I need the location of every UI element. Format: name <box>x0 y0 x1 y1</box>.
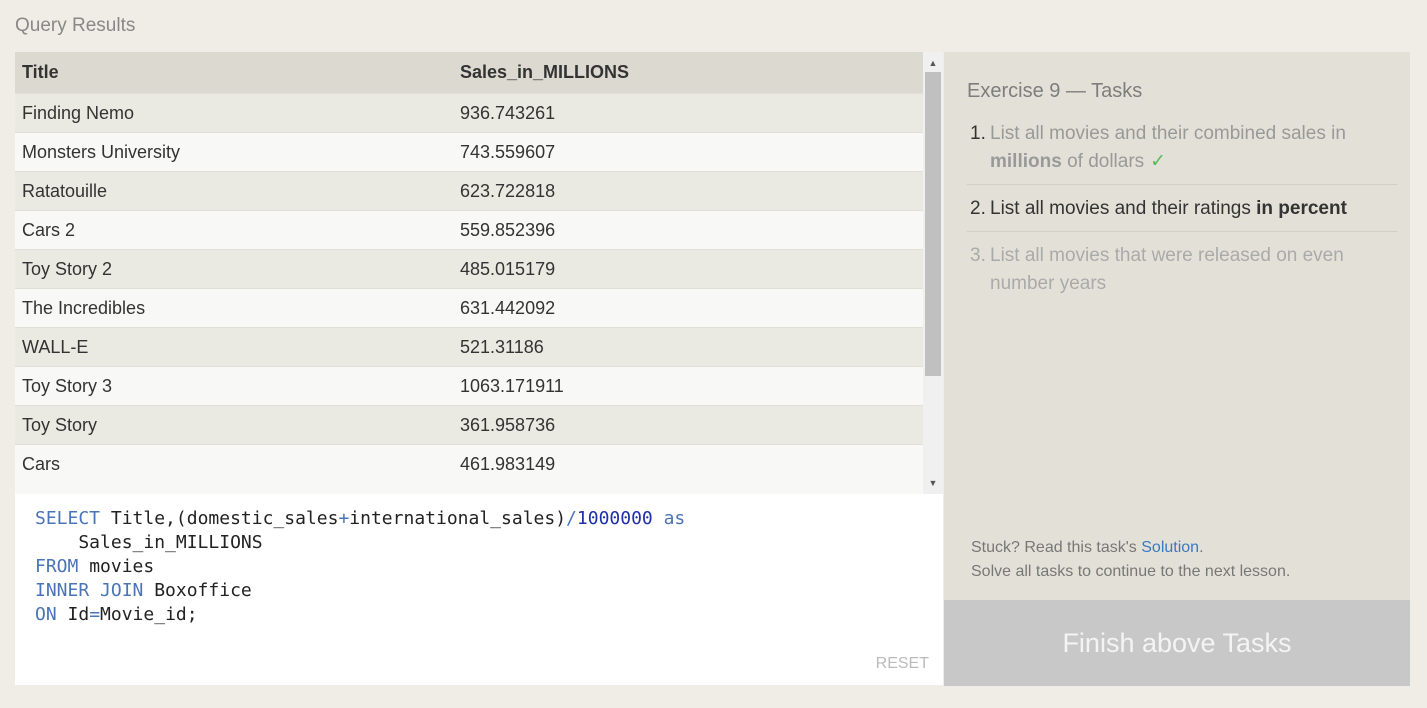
code-keyword: as <box>663 508 686 529</box>
stuck-suffix: . <box>1199 539 1204 556</box>
task-bold: in percent <box>1256 198 1347 219</box>
cell-title: The Incredibles <box>15 288 453 328</box>
cell-sales: 623.722818 <box>453 171 923 211</box>
code-text: Id <box>56 604 90 625</box>
table-row: Cars 461.983149 <box>15 444 923 483</box>
solution-link[interactable]: Solution <box>1141 539 1199 556</box>
code-keyword: INNER JOIN <box>35 580 144 601</box>
table-row: Cars 2 559.852396 <box>15 210 923 250</box>
cell-sales: 361.958736 <box>453 405 923 445</box>
cell-title: Cars 2 <box>15 210 453 250</box>
cell-sales: 743.559607 <box>453 132 923 172</box>
task-list: 1. List all movies and their combined sal… <box>967 120 1397 316</box>
task-text: of dollars <box>1061 151 1145 172</box>
results-panel[interactable]: Title Sales_in_MILLIONS Finding Nemo 936… <box>15 52 943 494</box>
table-row: Finding Nemo 936.743261 <box>15 93 923 133</box>
table-row: Toy Story 2 485.015179 <box>15 249 923 289</box>
results-scrollbar[interactable]: ▲ ▼ <box>923 52 943 494</box>
code-line-4: INNER JOIN Boxoffice <box>35 580 252 601</box>
code-keyword: ON <box>35 604 57 625</box>
code-number: 1000000 <box>576 508 653 529</box>
code-text: Movie_id; <box>100 604 198 625</box>
table-row: Toy Story 361.958736 <box>15 405 923 445</box>
finish-tasks-button[interactable]: Finish above Tasks <box>944 600 1410 686</box>
column-header-sales: Sales_in_MILLIONS <box>453 52 923 94</box>
cell-title: Ratatouille <box>15 171 453 211</box>
table-row: Ratatouille 623.722818 <box>15 171 923 211</box>
table-header-row: Title Sales_in_MILLIONS <box>15 52 923 94</box>
cell-title: Toy Story <box>15 405 453 445</box>
tasks-title: Exercise 9 — Tasks <box>967 80 1143 102</box>
cell-sales: 631.442092 <box>453 288 923 328</box>
code-operator: = <box>89 604 101 625</box>
table-row: Monsters University 743.559607 <box>15 132 923 172</box>
stuck-help-text: Stuck? Read this task's Solution. Solve … <box>971 536 1290 584</box>
code-operator: / <box>566 508 577 529</box>
cell-title: WALL-E <box>15 327 453 367</box>
cell-title: Monsters University <box>15 132 453 172</box>
code-operator: + <box>338 508 350 529</box>
task-number: 2. <box>970 198 986 219</box>
results-table: Title Sales_in_MILLIONS Finding Nemo 936… <box>15 52 923 483</box>
sql-editor[interactable]: SELECT Title,(domestic_sales+internation… <box>15 494 943 685</box>
code-line-1: SELECT Title,(domestic_sales+internation… <box>35 508 685 529</box>
cell-sales: 559.852396 <box>453 210 923 250</box>
task-bold: millions <box>990 151 1062 172</box>
task-number: 1. <box>970 123 986 144</box>
code-text: movies <box>78 556 155 577</box>
checkmark-icon: ✓ <box>1150 151 1167 172</box>
query-results-title: Query Results <box>15 15 136 36</box>
scroll-down-arrow-icon[interactable]: ▼ <box>923 474 943 492</box>
table-row: Toy Story 3 1063.171911 <box>15 366 923 406</box>
table-row: WALL-E 521.31186 <box>15 327 923 367</box>
column-header-title: Title <box>15 52 453 94</box>
reset-button[interactable]: RESET <box>876 655 929 673</box>
cell-sales: 936.743261 <box>453 93 923 133</box>
cell-sales: 1063.171911 <box>453 366 923 406</box>
code-keyword: SELECT <box>35 508 101 529</box>
task-number: 3. <box>970 245 986 266</box>
task-text: List all movies and their combined sales… <box>990 123 1346 144</box>
code-text: Title,(domestic_sales <box>100 508 339 529</box>
tasks-panel: Exercise 9 — Tasks 1. List all movies and… <box>944 52 1410 600</box>
cell-sales: 521.31186 <box>453 327 923 367</box>
stuck-line-2: Solve all tasks to continue to the next … <box>971 563 1291 580</box>
task-text: List all movies and their ratings <box>990 198 1257 219</box>
scroll-up-arrow-icon[interactable]: ▲ <box>923 54 943 72</box>
task-item-3[interactable]: 3. List all movies that were released on … <box>967 242 1397 306</box>
cell-title: Toy Story 2 <box>15 249 453 289</box>
cell-title: Cars <box>15 444 453 483</box>
code-keyword: FROM <box>35 556 79 577</box>
cell-sales: 461.983149 <box>453 444 923 483</box>
task-item-1[interactable]: 1. List all movies and their combined sal… <box>967 120 1397 185</box>
cell-title: Toy Story 3 <box>15 366 453 406</box>
code-line-2: Sales_in_MILLIONS <box>35 532 263 553</box>
scroll-thumb[interactable] <box>925 72 941 376</box>
stuck-prefix: Stuck? Read this task's <box>971 539 1142 556</box>
task-item-2[interactable]: 2. List all movies and their ratings in p… <box>967 195 1397 232</box>
table-row: The Incredibles 631.442092 <box>15 288 923 328</box>
code-line-3: FROM movies <box>35 556 154 577</box>
code-text: Boxoffice <box>143 580 252 601</box>
cell-title: Finding Nemo <box>15 93 453 133</box>
task-text: List all movies that were released on ev… <box>990 245 1344 294</box>
code-line-5: ON Id=Movie_id; <box>35 604 198 625</box>
code-text: international_sales) <box>349 508 567 529</box>
cell-sales: 485.015179 <box>453 249 923 289</box>
